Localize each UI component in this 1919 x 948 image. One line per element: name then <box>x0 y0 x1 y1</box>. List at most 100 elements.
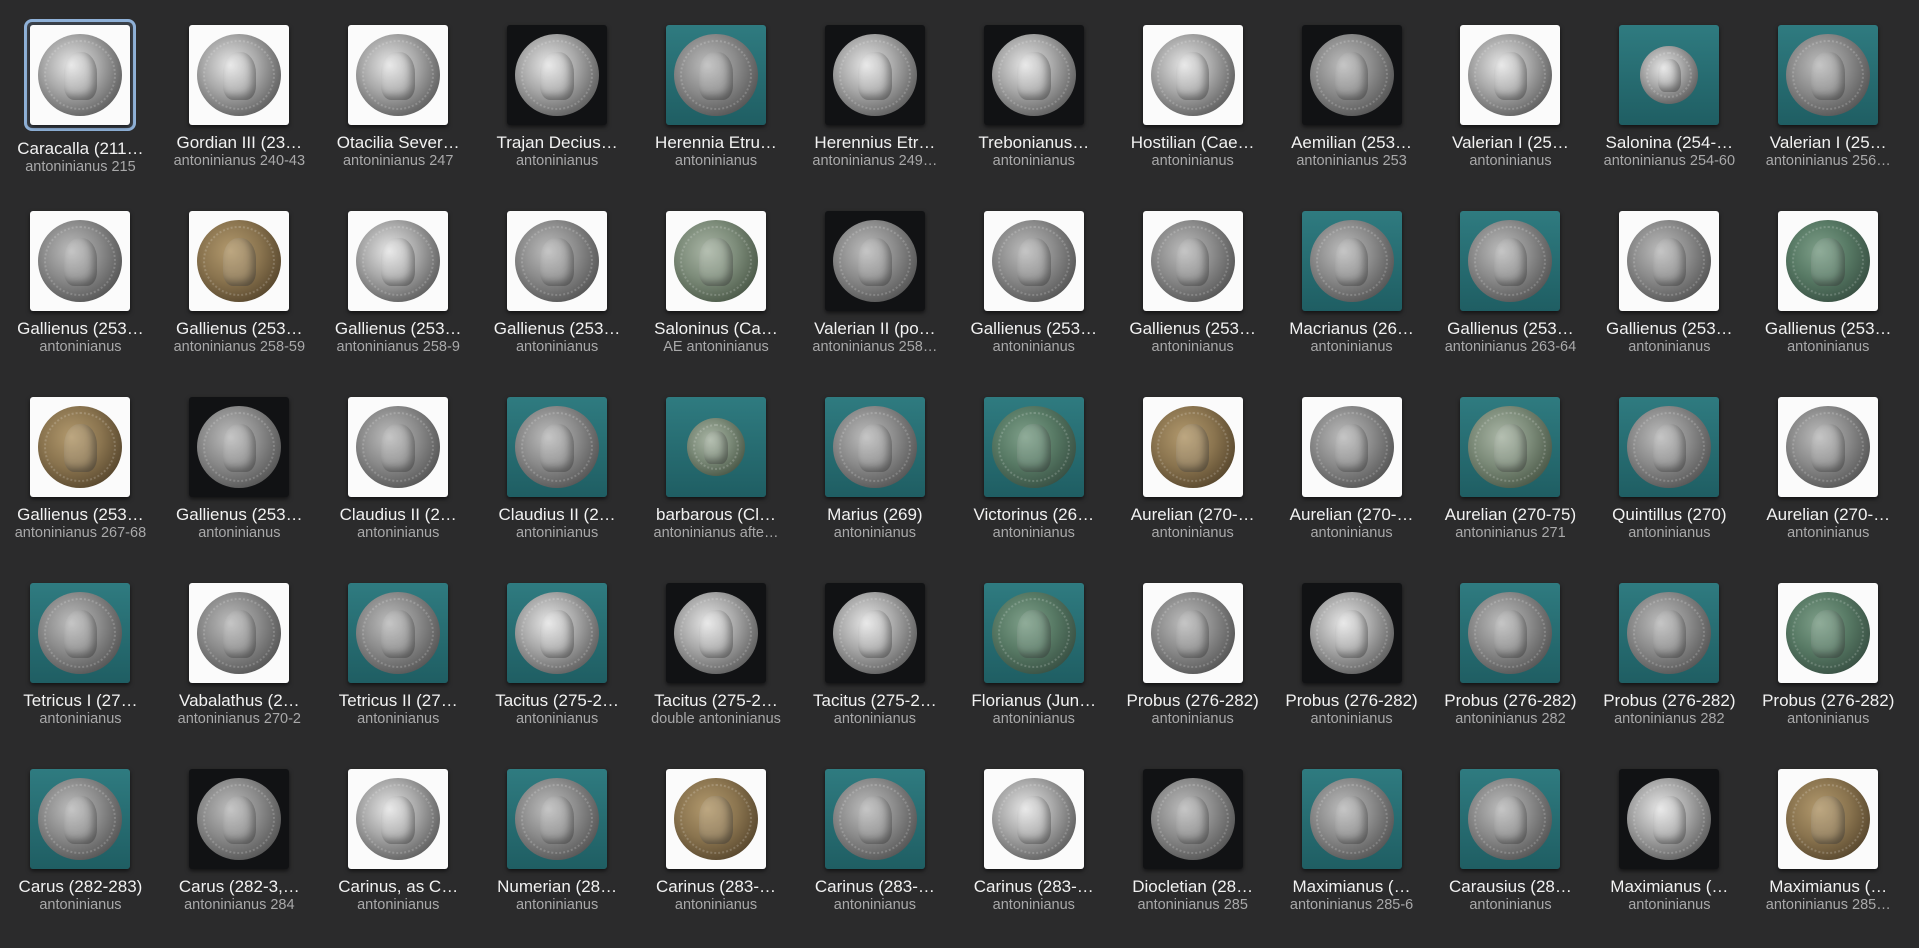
coin-thumbnail[interactable] <box>1142 769 1243 869</box>
coin-thumbnail[interactable] <box>348 583 449 683</box>
coin-thumbnail[interactable] <box>1142 397 1243 497</box>
item-title[interactable]: Carausius (28… <box>1432 877 1588 897</box>
coin-thumbnail[interactable] <box>666 769 766 869</box>
grid-item[interactable]: Macrianus (26… antoninianus <box>1272 204 1431 390</box>
grid-item[interactable]: Florianus (Jun… antoninianus <box>954 576 1113 762</box>
grid-item[interactable]: Caracalla (211… antoninianus 215 <box>1 18 160 204</box>
item-title[interactable]: Carinus (283-… <box>797 877 953 897</box>
item-title[interactable]: Gallienus (253… <box>1591 319 1747 339</box>
coin-thumbnail[interactable] <box>348 211 449 311</box>
grid-item[interactable]: Probus (276-282) antoninianus 282 <box>1431 576 1590 762</box>
grid-item[interactable]: Maximianus (… antoninianus 285-6 <box>1272 762 1431 948</box>
grid-item[interactable]: Marius (269) antoninianus <box>795 390 954 576</box>
grid-item[interactable]: Valerian II (po… antoninianus 258… <box>795 204 954 390</box>
grid-item[interactable]: Valerian I (25… antoninianus <box>1431 18 1590 204</box>
grid-item[interactable]: Gallienus (253… antoninianus <box>478 204 637 390</box>
grid-item[interactable]: Carus (282-283) antoninianus <box>1 762 160 948</box>
grid-item[interactable]: Gallienus (253… antoninianus <box>1113 204 1272 390</box>
coin-thumbnail[interactable] <box>1619 397 1720 497</box>
item-title[interactable]: Gallienus (253… <box>956 319 1112 339</box>
grid-item[interactable]: Aurelian (270-75) antoninianus 271 <box>1431 390 1590 576</box>
grid-item[interactable]: Herennia Etru… antoninianus <box>637 18 796 204</box>
item-title[interactable]: Macrianus (26… <box>1274 319 1430 339</box>
grid-item[interactable]: Valerian I (25… antoninianus 256… <box>1749 18 1908 204</box>
grid-item[interactable]: Quintillus (270) antoninianus <box>1590 390 1749 576</box>
grid-item[interactable]: Tetricus II (27… antoninianus <box>319 576 478 762</box>
item-title[interactable]: Gallienus (253… <box>161 319 317 339</box>
coin-thumbnail[interactable] <box>983 211 1084 311</box>
coin-thumbnail[interactable] <box>983 25 1084 125</box>
grid-item[interactable]: Gallienus (253… antoninianus 267-68 <box>1 390 160 576</box>
item-title[interactable]: Gallienus (253… <box>161 505 317 525</box>
coin-thumbnail[interactable] <box>507 211 608 311</box>
grid-item[interactable]: Tacitus (275-2… antoninianus <box>478 576 637 762</box>
coin-thumbnail[interactable] <box>1460 25 1561 125</box>
coin-thumbnail[interactable] <box>983 769 1084 869</box>
grid-item[interactable]: Saloninus (Ca… AE antoninianus <box>637 204 796 390</box>
item-title[interactable]: Victorinus (26… <box>956 505 1112 525</box>
item-title[interactable]: Otacilia Sever… <box>320 133 476 153</box>
item-title[interactable]: Aurelian (270-… <box>1274 505 1430 525</box>
coin-thumbnail[interactable] <box>1142 583 1243 683</box>
item-title[interactable]: Carinus, as C… <box>320 877 476 897</box>
grid-item[interactable]: Maximianus (… antoninianus <box>1590 762 1749 948</box>
coin-thumbnail[interactable] <box>189 769 290 869</box>
coin-thumbnail[interactable] <box>1619 211 1720 311</box>
item-title[interactable]: Aurelian (270-… <box>1115 505 1271 525</box>
grid-item[interactable]: Gallienus (253… antoninianus <box>954 204 1113 390</box>
coin-thumbnail[interactable] <box>824 583 925 683</box>
grid-item[interactable]: barbarous (Cl… antoninianus afte… <box>637 390 796 576</box>
item-title[interactable]: Marius (269) <box>797 505 953 525</box>
coin-thumbnail[interactable] <box>1142 25 1243 125</box>
item-title[interactable]: Maximianus (… <box>1750 877 1906 897</box>
item-title[interactable]: Caracalla (211… <box>2 139 158 159</box>
coin-thumbnail[interactable] <box>189 397 290 497</box>
grid-item[interactable]: Salonina (254-… antoninianus 254-60 <box>1590 18 1749 204</box>
grid-item[interactable]: Vabalathus (2… antoninianus 270-2 <box>160 576 319 762</box>
coin-thumbnail[interactable] <box>983 397 1084 497</box>
coin-thumbnail[interactable] <box>666 397 766 497</box>
coin-thumbnail[interactable] <box>824 769 925 869</box>
grid-item[interactable]: Victorinus (26… antoninianus <box>954 390 1113 576</box>
coin-thumbnail[interactable] <box>824 211 925 311</box>
grid-item[interactable]: Carinus (283-… antoninianus <box>637 762 796 948</box>
coin-thumbnail[interactable] <box>824 397 925 497</box>
coin-thumbnail[interactable] <box>1301 769 1402 869</box>
grid-item[interactable]: Numerian (28… antoninianus <box>478 762 637 948</box>
item-title[interactable]: Gallienus (253… <box>320 319 476 339</box>
item-title[interactable]: Carus (282-283) <box>2 877 158 897</box>
coin-thumbnail[interactable] <box>30 769 131 869</box>
item-title[interactable]: Gallienus (253… <box>1432 319 1588 339</box>
item-title[interactable]: Tetricus I (27… <box>2 691 158 711</box>
grid-item[interactable]: Aurelian (270-… antoninianus <box>1272 390 1431 576</box>
grid-item[interactable]: Aurelian (270-… antoninianus <box>1113 390 1272 576</box>
coin-thumbnail[interactable] <box>507 397 608 497</box>
item-title[interactable]: Probus (276-282) <box>1274 691 1430 711</box>
coin-thumbnail[interactable] <box>1301 25 1402 125</box>
grid-item[interactable]: Gallienus (253… antoninianus <box>160 390 319 576</box>
coin-thumbnail[interactable] <box>348 397 449 497</box>
item-title[interactable]: Claudius II (2… <box>320 505 476 525</box>
coin-thumbnail[interactable] <box>1460 769 1561 869</box>
coin-thumbnail[interactable] <box>189 25 290 125</box>
grid-item[interactable]: Probus (276-282) antoninianus 282 <box>1590 576 1749 762</box>
coin-thumbnail[interactable] <box>189 211 290 311</box>
grid-item[interactable]: Claudius II (2… antoninianus <box>319 390 478 576</box>
coin-thumbnail[interactable] <box>1619 25 1720 125</box>
grid-item[interactable]: Trebonianus… antoninianus <box>954 18 1113 204</box>
coin-thumbnail[interactable] <box>666 583 766 683</box>
coin-thumbnail[interactable] <box>666 211 766 311</box>
grid-item[interactable]: Gallienus (253… antoninianus <box>1749 204 1908 390</box>
item-title[interactable]: Probus (276-282) <box>1750 691 1906 711</box>
item-title[interactable]: Probus (276-282) <box>1432 691 1588 711</box>
item-title[interactable]: Claudius II (2… <box>479 505 635 525</box>
grid-item[interactable]: Gallienus (253… antoninianus <box>1 204 160 390</box>
grid-item[interactable]: Claudius II (2… antoninianus <box>478 390 637 576</box>
item-title[interactable]: Saloninus (Ca… <box>638 319 794 339</box>
grid-item[interactable]: Tacitus (275-2… double antoninianus <box>637 576 796 762</box>
item-title[interactable]: Vabalathus (2… <box>161 691 317 711</box>
item-title[interactable]: Trebonianus… <box>956 133 1112 153</box>
coin-thumbnail[interactable] <box>1301 397 1402 497</box>
grid-item[interactable]: Carinus (283-… antoninianus <box>795 762 954 948</box>
coin-thumbnail[interactable] <box>666 25 766 125</box>
